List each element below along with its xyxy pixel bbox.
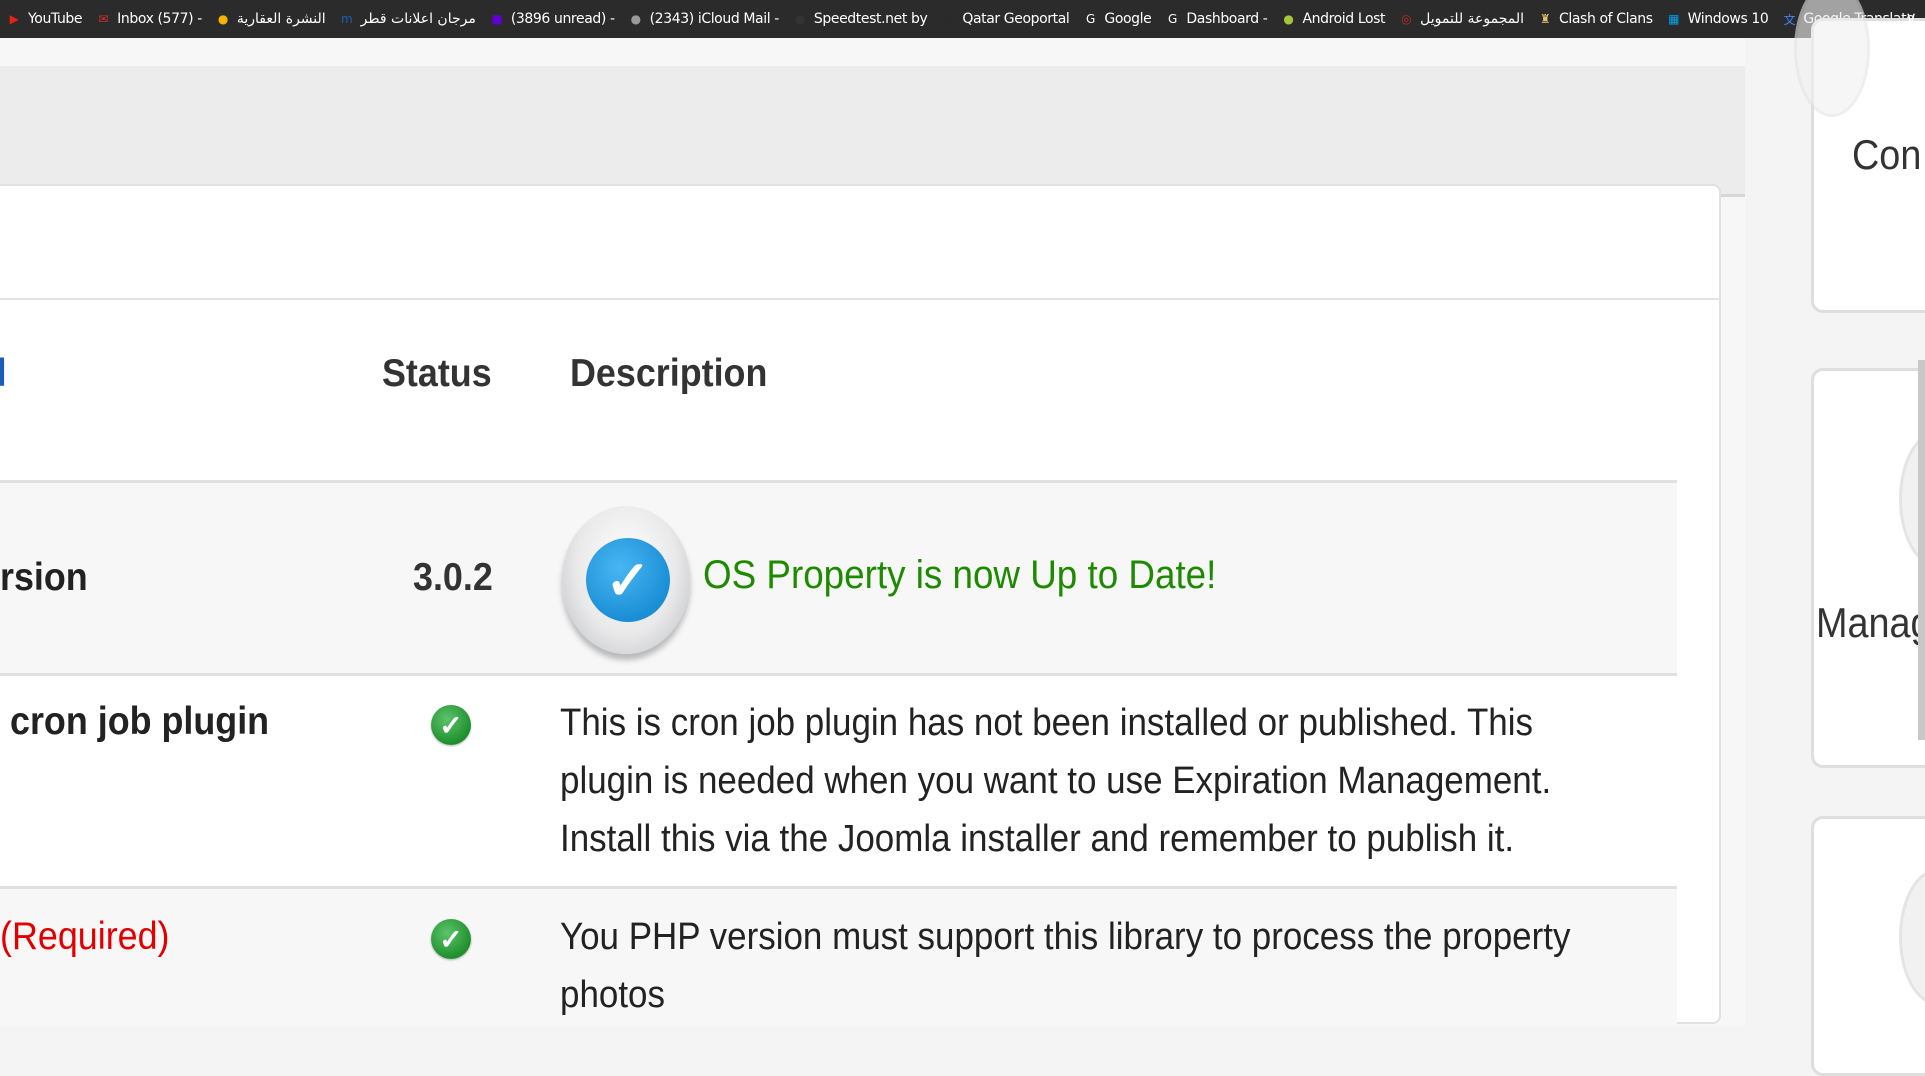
bookmark-label: Dashboard - xyxy=(1186,11,1268,27)
quick-link-card[interactable]: Manag xyxy=(1811,368,1925,768)
translate-icon: 文 xyxy=(1783,12,1796,27)
bookmark-label: Windows 10 xyxy=(1687,11,1769,27)
bookmark-label: Google xyxy=(1104,11,1152,27)
bookmark-9[interactable]: G Dashboard - xyxy=(1164,11,1268,27)
column-header-description: Description xyxy=(570,352,768,395)
bookmark-label: YouTube xyxy=(28,11,83,27)
check-icon: ✓ xyxy=(431,705,471,745)
bookmark-5[interactable]: ● (2343) iCloud Mail - xyxy=(628,11,780,27)
panel-header xyxy=(0,186,1719,300)
google-icon: G xyxy=(1167,12,1177,26)
top-band xyxy=(0,66,1745,197)
google-icon: G xyxy=(1085,12,1095,26)
bookmark-2[interactable]: ● النشرة العقارية xyxy=(215,11,326,27)
chevron-down-icon[interactable]: ∨ xyxy=(1905,8,1917,28)
bookmark-label: Clash of Clans xyxy=(1559,11,1653,27)
bookmark-label: (2343) iCloud Mail - xyxy=(649,11,780,27)
windows-icon: ▦ xyxy=(1668,12,1680,26)
apple-icon: ● xyxy=(630,12,641,26)
bookmark-6[interactable]: ● Speedtest.net by xyxy=(792,11,928,27)
bookmark-7[interactable]: ☆ Qatar Geoportal xyxy=(940,11,1070,27)
bookmark-label: المجموعة للتمويل xyxy=(1420,11,1525,27)
bookmark-label: Speedtest.net by xyxy=(813,11,928,27)
yahoo-mail-icon: ■ xyxy=(491,12,503,26)
card-label: Con xyxy=(1852,131,1922,178)
m-logo-icon: m xyxy=(341,12,353,26)
bookmark-label: Android Lost xyxy=(1302,11,1386,27)
row-description: This is cron job plugin has not been ins… xyxy=(560,702,1552,860)
card-icon xyxy=(1794,0,1870,117)
right-sidebar: Con Manag xyxy=(1745,0,1925,1076)
row-name: rsion xyxy=(0,556,88,599)
row-name: (Required) xyxy=(0,915,170,958)
column-header-edge: l xyxy=(0,352,7,395)
bookmark-label: Inbox (577) - xyxy=(117,11,202,27)
quick-link-card[interactable] xyxy=(1811,816,1925,1076)
up-to-date-message: OS Property is now Up to Date! xyxy=(703,553,1217,597)
speedtest-icon: ● xyxy=(794,12,805,26)
check-icon: ✓ xyxy=(431,919,471,959)
android-icon: ● xyxy=(1283,12,1294,26)
column-header-status: Status xyxy=(382,352,492,395)
up-to-date-check-icon: ✓ xyxy=(562,506,690,656)
youtube-icon: ▶ xyxy=(9,12,19,26)
scrollbar-thumb[interactable] xyxy=(1918,360,1925,740)
bookmark-11[interactable]: ◎ المجموعة للتمويل xyxy=(1398,11,1524,27)
bookmark-4[interactable]: ■ (3896 unread) - xyxy=(489,11,615,27)
finance-logo-icon: ◎ xyxy=(1401,12,1412,26)
version-value: 3.0.2 xyxy=(413,556,493,599)
bookmark-1[interactable]: ✉ Inbox (577) - xyxy=(95,11,202,27)
card-label: Manag xyxy=(1816,599,1925,646)
row-name: cron job plugin xyxy=(10,700,270,743)
bookmark-label: النشرة العقارية xyxy=(236,11,326,27)
card-icon xyxy=(1899,869,1925,1005)
bookmark-label: Qatar Geoportal xyxy=(962,11,1070,27)
gmail-icon: ✉ xyxy=(98,12,108,26)
star-icon: ☆ xyxy=(943,12,954,26)
bookmark-label: مرجان اعلانات قطر xyxy=(360,11,477,27)
bookmark-3[interactable]: m مرجان اعلانات قطر xyxy=(339,11,476,27)
bookmark-13[interactable]: ▦ Windows 10 xyxy=(1666,11,1769,27)
bookmark-8[interactable]: G Google xyxy=(1082,11,1152,27)
bookmark-0[interactable]: ▶ YouTube xyxy=(6,11,83,27)
row-description: You PHP version must support this librar… xyxy=(560,916,1571,1016)
bookmarks-bar: ▶ YouTube ✉ Inbox (577) - ● النشرة العقارية m م… xyxy=(0,0,1925,38)
bookmark-12[interactable]: ♜ Clash of Clans xyxy=(1537,11,1653,27)
lightbulb-icon: ● xyxy=(217,12,228,26)
bookmark-label: (3896 unread) - xyxy=(510,11,615,27)
bookmark-10[interactable]: ● Android Lost xyxy=(1280,11,1385,27)
clash-icon: ♜ xyxy=(1539,12,1551,26)
quick-link-card[interactable]: Con xyxy=(1794,0,1925,313)
